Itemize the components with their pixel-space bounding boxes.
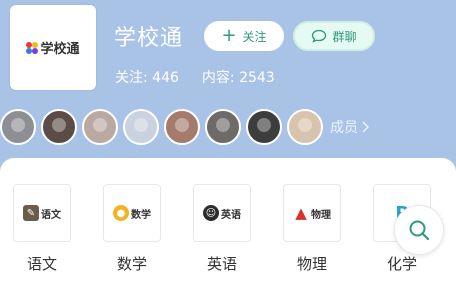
subject-list: ✎ 语文 语文 ● 数学 数学 ☺ 英语 英语 ▲ 物理 物理 化学 bbox=[13, 184, 456, 274]
follow-button[interactable]: + 关注 bbox=[204, 21, 284, 51]
subject-label: 数学 bbox=[116, 255, 147, 273]
members-row: 成员 bbox=[0, 108, 369, 146]
group-stats: 关注: 446 内容: 2543 bbox=[115, 67, 275, 87]
subject-item-physics[interactable]: ▲ 物理 物理 bbox=[283, 184, 373, 274]
followers-label: 关注: bbox=[115, 70, 148, 86]
page-title: 学校通 bbox=[114, 26, 184, 51]
subject-item-chinese[interactable]: ✎ 语文 语文 bbox=[13, 184, 103, 274]
search-button[interactable] bbox=[394, 205, 444, 255]
follow-button-label: 关注 bbox=[242, 29, 267, 44]
subject-label: 语文 bbox=[26, 255, 57, 273]
content-panel: ✎ 语文 语文 ● 数学 数学 ☺ 英语 英语 ▲ 物理 物理 化学 bbox=[0, 158, 456, 289]
members-link[interactable]: 成员 bbox=[330, 117, 369, 137]
avatar[interactable] bbox=[123, 109, 159, 145]
content-count: 2543 bbox=[239, 70, 275, 86]
english-icon[interactable]: ☺ 英语 bbox=[193, 184, 251, 242]
logo-text: 学校通 bbox=[40, 42, 80, 57]
avatar[interactable] bbox=[82, 109, 118, 145]
subject-item-english[interactable]: ☺ 英语 英语 bbox=[193, 184, 283, 274]
logo-dots-icon bbox=[26, 41, 39, 54]
content-label: 内容: bbox=[201, 70, 235, 86]
logo-mark: 学校通 bbox=[26, 38, 80, 57]
group-chat-button-label: 群聊 bbox=[332, 29, 357, 44]
group-header: 学校通 学校通 + 关注 群聊 关注: 446 内容: 2543 成员 bbox=[0, 0, 456, 158]
search-icon bbox=[409, 220, 430, 241]
group-logo: 学校通 bbox=[10, 5, 96, 90]
content-stat: 内容: 2543 bbox=[202, 67, 275, 87]
physics-icon[interactable]: ▲ 物理 bbox=[283, 184, 341, 242]
group-chat-button[interactable]: 群聊 bbox=[293, 21, 375, 51]
plus-icon: + bbox=[221, 25, 237, 46]
math-icon[interactable]: ● 数学 bbox=[103, 184, 161, 242]
avatar[interactable] bbox=[205, 109, 241, 145]
subject-label: 化学 bbox=[386, 255, 417, 273]
avatar[interactable] bbox=[246, 109, 282, 145]
avatar[interactable] bbox=[0, 109, 36, 145]
avatar[interactable] bbox=[287, 109, 323, 145]
members-link-label: 成员 bbox=[330, 120, 358, 136]
avatar[interactable] bbox=[41, 109, 77, 145]
followers-stat: 关注: 446 bbox=[115, 67, 179, 87]
subject-item-math[interactable]: ● 数学 数学 bbox=[103, 184, 193, 274]
subject-label: 英语 bbox=[206, 255, 237, 273]
chinese-book-icon[interactable]: ✎ 语文 bbox=[13, 184, 71, 242]
chevron-right-icon bbox=[362, 121, 369, 133]
followers-count: 446 bbox=[152, 70, 179, 86]
avatar[interactable] bbox=[164, 109, 200, 145]
chat-bubble-icon bbox=[312, 29, 327, 43]
subject-label: 物理 bbox=[296, 255, 327, 273]
